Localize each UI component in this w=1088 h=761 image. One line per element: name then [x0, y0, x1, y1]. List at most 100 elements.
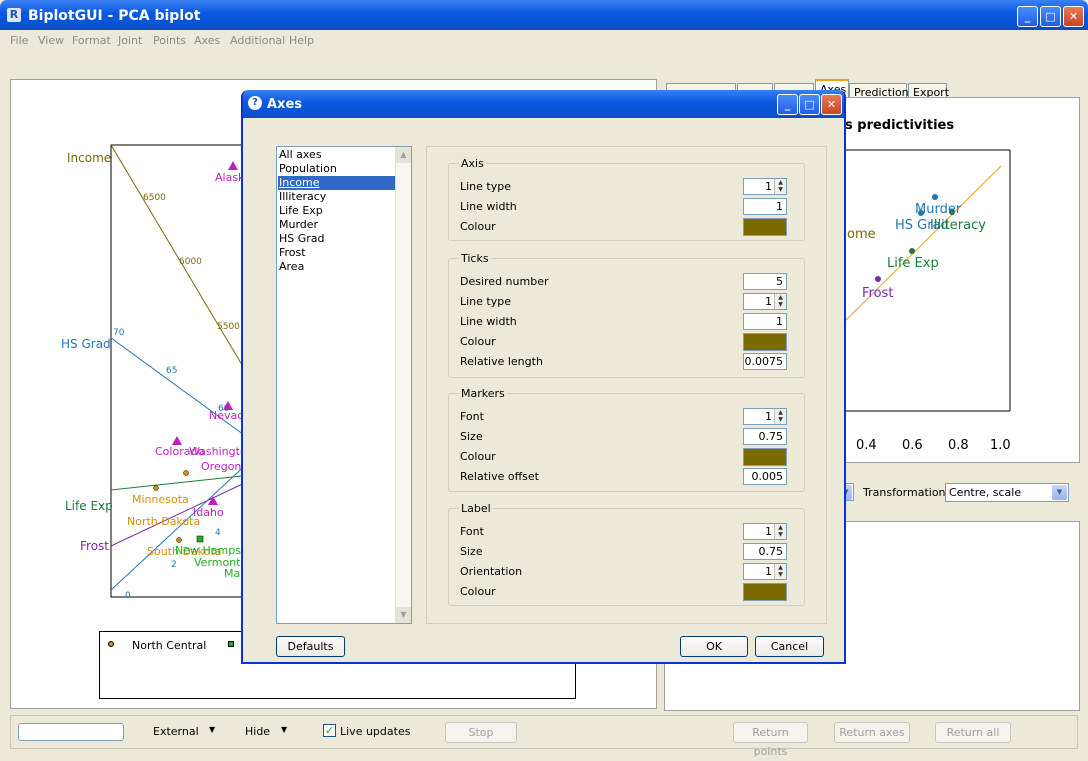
dialog-maximize-button[interactable]: □ — [799, 94, 820, 115]
frost-tick-label: 0 — [125, 591, 131, 601]
frost-axis-label: Frost — [80, 539, 109, 553]
line-width-label: Line width — [460, 200, 517, 213]
markers-font-spinner[interactable]: 1 ▲ ▼ — [743, 408, 787, 425]
ticks-line-type-spinner[interactable]: 1 ▲ ▼ — [743, 293, 787, 310]
label-font-spinner[interactable]: 1 ▲ ▼ — [743, 523, 787, 540]
hide-menu[interactable]: Hide — [245, 725, 270, 738]
frost-tick-label: 4 — [215, 528, 221, 538]
dialog-title-bar: ? Axes _ □ ✕ — [243, 90, 844, 118]
desired-number-label: Desired number — [460, 275, 549, 288]
bottom-toolbar: External ▼ Hide ▼ ✓ Live updates Stop Re… — [0, 711, 1088, 758]
menu-joint[interactable]: Joint — [118, 34, 142, 47]
menu-axes[interactable]: Axes — [194, 34, 220, 47]
markers-size-field[interactable]: 0.75 — [743, 428, 787, 445]
menu-additional[interactable]: Additional — [230, 34, 285, 47]
defaults-button[interactable]: Defaults — [276, 636, 345, 657]
spinner-arrows-icon[interactable]: ▲ ▼ — [774, 294, 786, 309]
legend-marker — [108, 641, 114, 647]
ticks-desired-number-field[interactable]: 5 — [743, 273, 787, 290]
axes-list[interactable]: All axes Population Income Illiteracy Li… — [276, 146, 412, 624]
dialog-close-button[interactable]: ✕ — [821, 94, 842, 115]
maximize-button[interactable]: □ — [1040, 6, 1061, 27]
dialog-minimize-button[interactable]: _ — [777, 94, 798, 115]
markers-relative-offset-field[interactable]: 0.005 — [743, 468, 787, 485]
close-button[interactable]: ✕ — [1063, 6, 1084, 27]
ok-button[interactable]: OK — [680, 636, 748, 657]
point-marker — [172, 436, 182, 445]
spinner-value: 1 — [765, 180, 772, 193]
list-item[interactable]: All axes — [278, 148, 395, 162]
spinner-arrows-icon[interactable]: ▲ ▼ — [774, 524, 786, 539]
ticks-group-title: Ticks — [459, 252, 491, 265]
size-label: Size — [460, 545, 483, 558]
live-updates-label: Live updates — [340, 725, 411, 738]
minimize-button[interactable]: _ — [1017, 6, 1038, 27]
spinner-value: 1 — [765, 410, 772, 423]
list-item-selected[interactable]: Income — [278, 176, 395, 190]
point-label: Idaho — [193, 506, 224, 519]
point-marker — [176, 537, 182, 543]
return-all-button[interactable]: Return all — [935, 722, 1011, 743]
axis-colour-swatch[interactable] — [743, 218, 787, 236]
cancel-button[interactable]: Cancel — [755, 636, 824, 657]
point-marker — [909, 248, 915, 254]
spinner-arrows-icon[interactable]: ▲ ▼ — [774, 564, 786, 579]
external-menu[interactable]: External — [153, 725, 199, 738]
scroll-down-icon[interactable]: ▼ — [396, 607, 411, 623]
point-label: Oregon — [201, 460, 241, 473]
label-orientation-spinner[interactable]: 1 ▲ ▼ — [743, 563, 787, 580]
stop-button[interactable]: Stop — [445, 722, 517, 743]
dialog-title: Axes — [267, 97, 303, 112]
label-size-field[interactable]: 0.75 — [743, 543, 787, 560]
hs-grad-tick-label: 70 — [113, 328, 125, 338]
spinner-value: 1 — [765, 525, 772, 538]
menu-points[interactable]: Points — [153, 34, 186, 47]
menu-format[interactable]: Format — [72, 34, 111, 47]
list-item[interactable]: Frost — [278, 246, 395, 260]
settings-panel: Axis Line type 1 ▲ ▼ Line width 1 Colour T… — [426, 146, 827, 624]
r-app-icon: R — [7, 8, 21, 22]
markers-colour-swatch[interactable] — [743, 448, 787, 466]
ticks-line-width-field[interactable]: 1 — [743, 313, 787, 330]
spinner-value: 1 — [765, 295, 772, 308]
help-icon: ? — [248, 96, 262, 110]
point-marker — [196, 535, 204, 543]
menu-help[interactable]: Help — [289, 34, 314, 47]
label-colour-swatch[interactable] — [743, 583, 787, 601]
hs-grad-axis-label: HS Grad — [61, 337, 111, 351]
return-points-button[interactable]: Return points — [733, 722, 808, 758]
spinner-arrows-icon[interactable]: ▲ ▼ — [774, 409, 786, 424]
status-field[interactable] — [18, 723, 124, 741]
list-item[interactable]: HS Grad — [278, 232, 395, 246]
point-label: ome — [847, 227, 876, 242]
x-tick-label: 0.4 — [856, 438, 877, 453]
income-tick-label: 6000 — [179, 257, 202, 267]
list-item[interactable]: Murder — [278, 218, 395, 232]
live-updates-checkbox[interactable]: ✓ — [323, 724, 336, 737]
scroll-up-icon[interactable]: ▲ — [396, 147, 411, 163]
relative-offset-label: Relative offset — [460, 470, 539, 483]
transformation-dropdown[interactable]: Centre, scale ▼ — [945, 483, 1069, 502]
list-item[interactable]: Area — [278, 260, 395, 274]
return-axes-button[interactable]: Return axes — [834, 722, 910, 743]
menu-file[interactable]: File — [10, 34, 28, 47]
markers-group-title: Markers — [459, 387, 507, 400]
list-item[interactable]: Population — [278, 162, 395, 176]
colour-label: Colour — [460, 450, 496, 463]
chevron-down-icon[interactable]: ▼ — [209, 725, 215, 734]
axis-line-type-spinner[interactable]: 1 ▲ ▼ — [743, 178, 787, 195]
list-scrollbar[interactable]: ▲ ▼ — [395, 147, 411, 623]
list-item[interactable]: Illiteracy — [278, 190, 395, 204]
list-item[interactable]: Life Exp — [278, 204, 395, 218]
ticks-colour-swatch[interactable] — [743, 333, 787, 351]
ticks-relative-length-field[interactable]: 0.0075 — [743, 353, 787, 370]
window-title: BiplotGUI - PCA biplot — [28, 8, 201, 24]
menu-view[interactable]: View — [38, 34, 64, 47]
axis-line-width-field[interactable]: 1 — [743, 198, 787, 215]
income-tick-label: 5500 — [217, 322, 240, 332]
line-width-label: Line width — [460, 315, 517, 328]
spinner-arrows-icon[interactable]: ▲ ▼ — [774, 179, 786, 194]
chevron-down-icon[interactable]: ▼ — [281, 725, 287, 734]
point-label: Illiteracy — [930, 218, 986, 233]
markers-group: Markers Font 1 ▲ ▼ Size 0.75 Colour Relati… — [448, 387, 805, 492]
